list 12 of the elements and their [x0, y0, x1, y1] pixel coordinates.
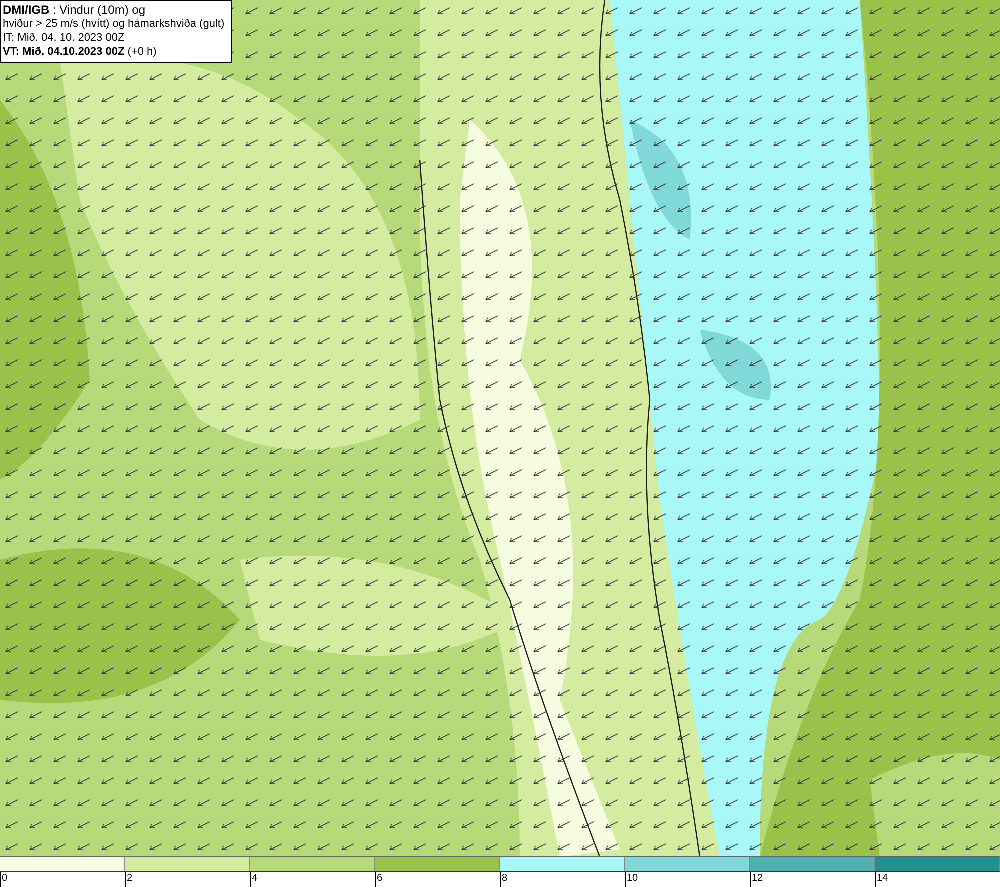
legend-tick-label: 8 — [500, 872, 508, 887]
legend-tick-label: 6 — [375, 872, 383, 887]
title-line: hviður > 25 m/s (hvítt) og hámarkshviða (gult) — [3, 17, 225, 31]
legend-tick-label: 0 — [0, 872, 8, 887]
title-line: VT: Mið. 04.10.2023 00Z (+0 h) — [3, 45, 158, 59]
title-line: IT: Mið. 04. 10. 2023 00Z — [3, 31, 126, 45]
legend-tick-label: 4 — [250, 872, 258, 887]
legend-tick-label: 2 — [125, 872, 133, 887]
legend-tick-label: 14 — [875, 872, 888, 887]
title-line: DMI/IGB : Vindur (10m) og — [3, 3, 146, 17]
legend-tick-label: 10 — [625, 872, 638, 887]
legend-tick-label: 12 — [750, 872, 764, 887]
